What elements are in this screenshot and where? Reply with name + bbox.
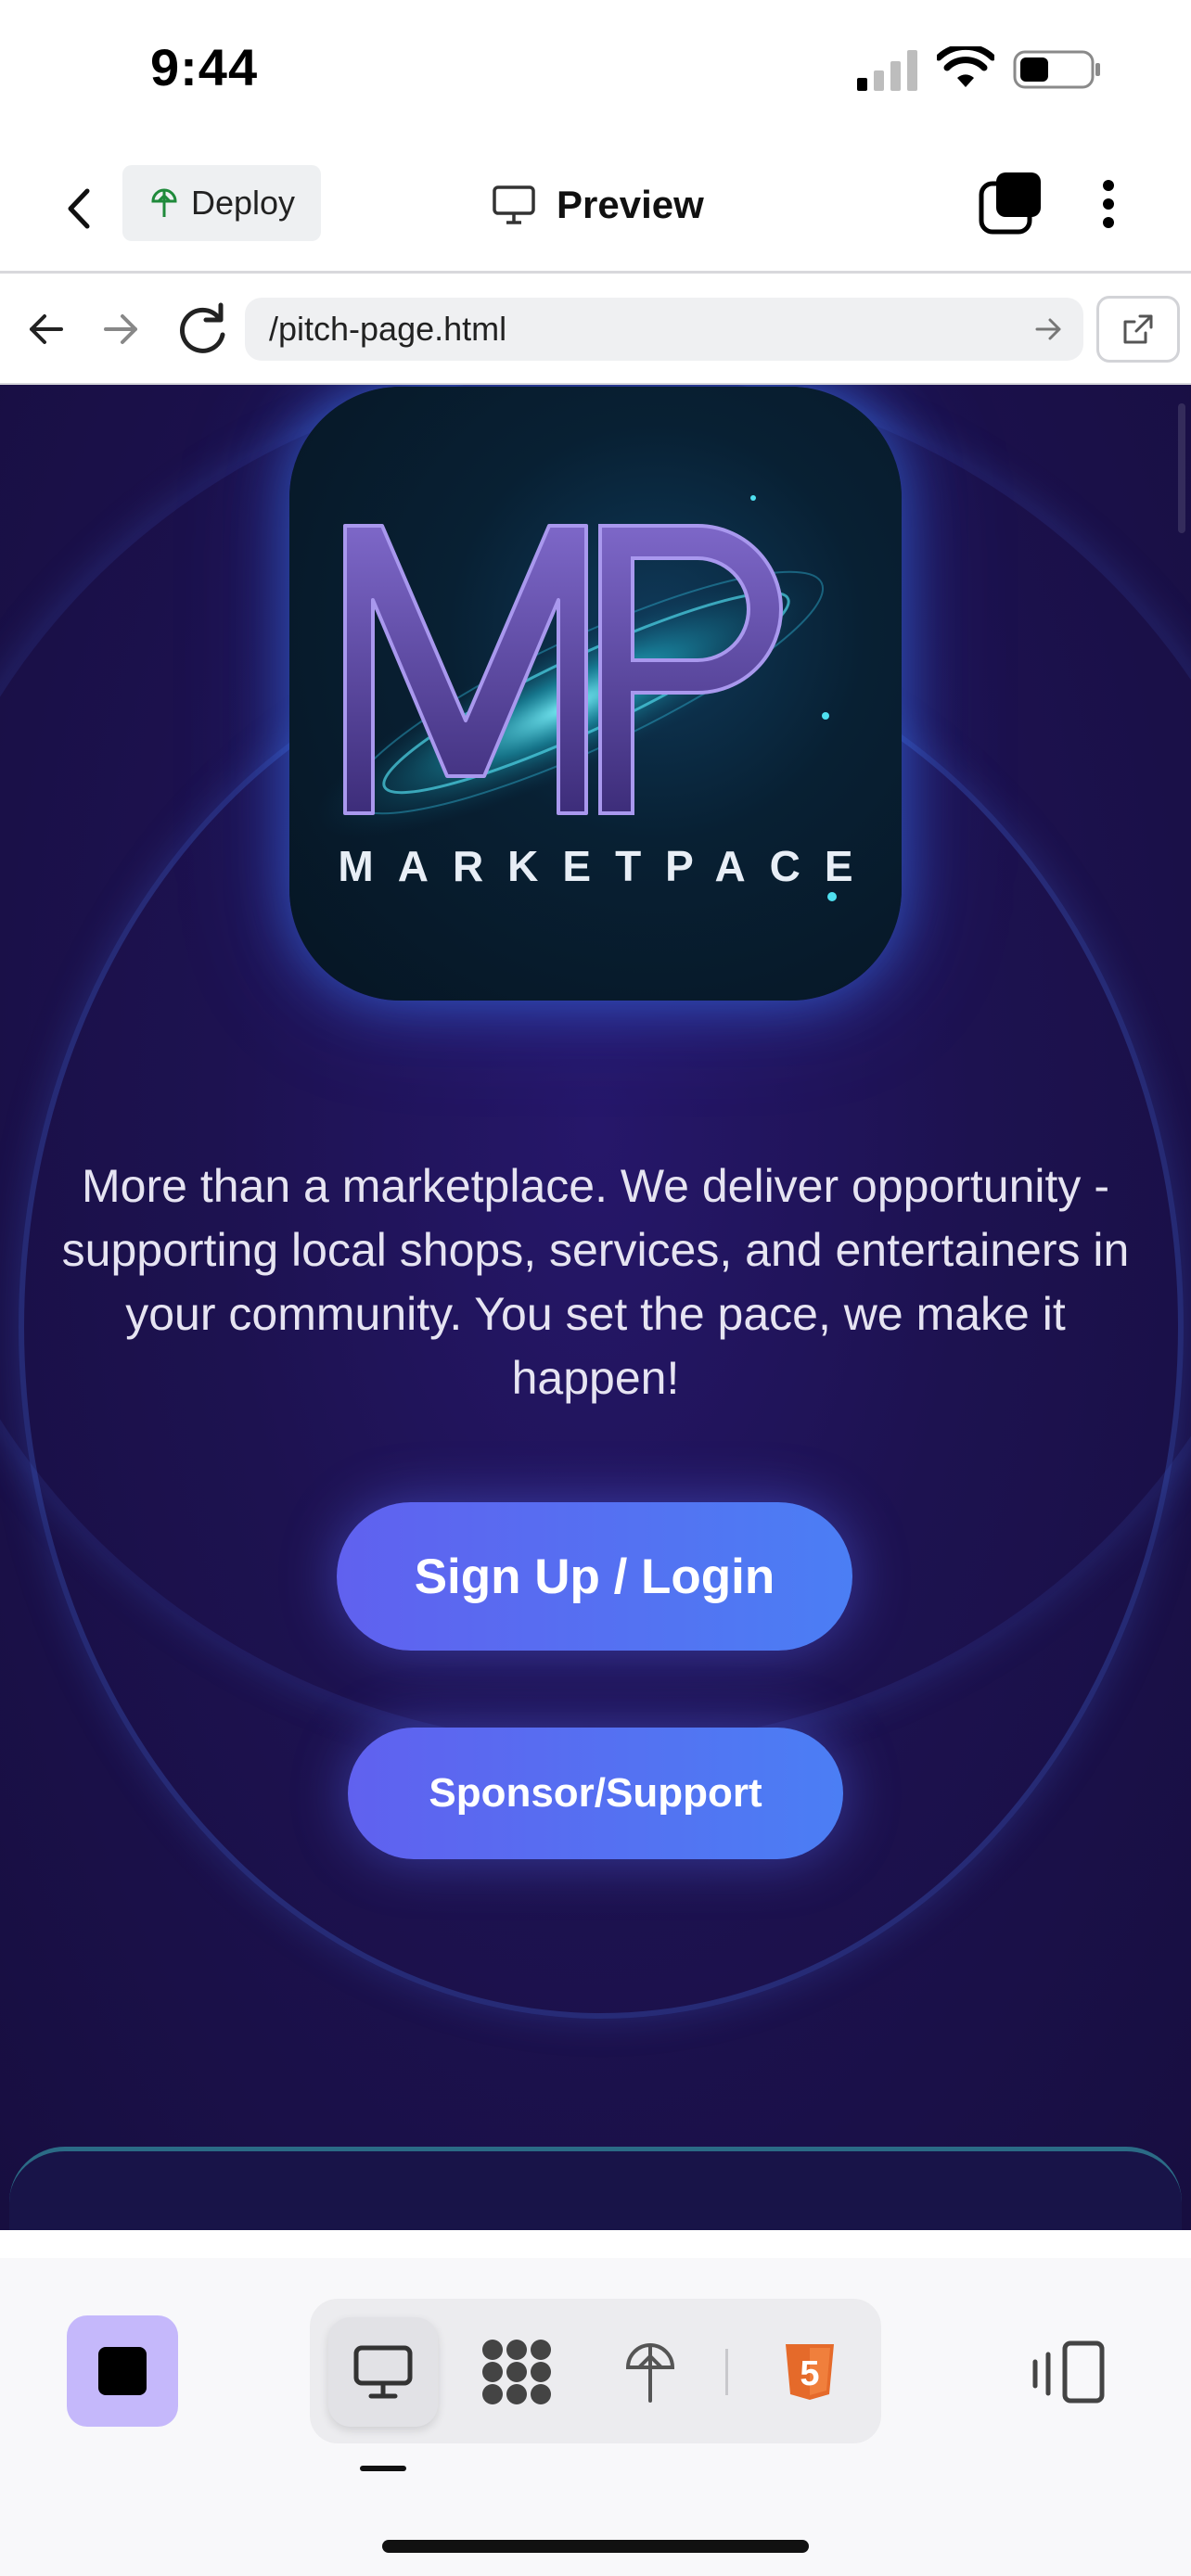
scrollbar[interactable] xyxy=(1178,403,1185,533)
components-icon xyxy=(482,2340,551,2404)
monitor-icon xyxy=(493,185,535,224)
deploy-label: Deploy xyxy=(191,184,296,222)
wifi-icon xyxy=(937,46,994,87)
arrow-left-icon[interactable] xyxy=(19,301,74,357)
url-field[interactable]: /pitch-page.html xyxy=(245,298,1083,361)
more-options-button[interactable] xyxy=(1076,169,1141,239)
url-text: /pitch-page.html xyxy=(269,310,507,348)
browser-bar: /pitch-page.html xyxy=(0,274,1191,385)
view-html-tab[interactable]: 5 xyxy=(755,2317,864,2427)
preview-title: Preview xyxy=(492,172,704,237)
battery-icon xyxy=(1013,50,1100,89)
view-switcher: 5 xyxy=(310,2299,881,2443)
deploy-icon xyxy=(151,188,177,217)
cellular-signal-icon xyxy=(857,50,917,91)
deploy-icon xyxy=(625,2343,675,2403)
page-preview: MARKETPACE More than a marketplace. We d… xyxy=(0,385,1191,2230)
status-time: 9:44 xyxy=(150,38,259,96)
external-link-icon xyxy=(1123,314,1153,344)
logo-wordmark: MARKETPACE xyxy=(338,842,877,890)
separator xyxy=(725,2349,728,2395)
sign-up-login-button[interactable]: Sign Up / Login xyxy=(337,1502,852,1651)
status-bar: 9:44 xyxy=(0,0,1191,139)
reload-icon[interactable] xyxy=(171,298,234,361)
view-desktop-tab[interactable] xyxy=(328,2317,438,2427)
go-arrow-icon[interactable] xyxy=(1030,311,1067,348)
desktop-icon xyxy=(353,2345,413,2399)
active-view-indicator xyxy=(360,2466,406,2471)
app-logo: MARKETPACE xyxy=(289,387,902,1001)
bottom-toolbar: 5 xyxy=(0,2258,1191,2576)
logo-graphic xyxy=(314,495,837,901)
open-external-button[interactable] xyxy=(1096,296,1180,363)
arrow-right-icon[interactable] xyxy=(93,301,148,357)
html5-badge: 5 xyxy=(800,2354,819,2393)
view-deploy-tab[interactable] xyxy=(596,2317,705,2427)
tabs-icon[interactable] xyxy=(976,169,1046,239)
stop-button[interactable] xyxy=(67,2315,178,2427)
home-indicator xyxy=(382,2540,809,2553)
app-header: Deploy Preview xyxy=(0,139,1191,274)
stop-icon xyxy=(98,2347,147,2395)
html5-icon: 5 xyxy=(786,2344,834,2400)
view-components-tab[interactable] xyxy=(462,2317,571,2427)
back-button[interactable] xyxy=(46,176,111,241)
next-section-card xyxy=(9,2147,1182,2230)
tagline-text: More than a marketplace. We deliver oppo… xyxy=(61,1160,1130,1404)
preview-label: Preview xyxy=(557,183,704,226)
sponsor-support-button[interactable]: Sponsor/Support xyxy=(348,1728,843,1859)
more-vertical-icon xyxy=(1103,180,1114,228)
chevron-left-icon xyxy=(68,188,90,229)
device-rotate-icon[interactable] xyxy=(1030,2334,1108,2412)
deploy-button[interactable]: Deploy xyxy=(122,165,321,241)
